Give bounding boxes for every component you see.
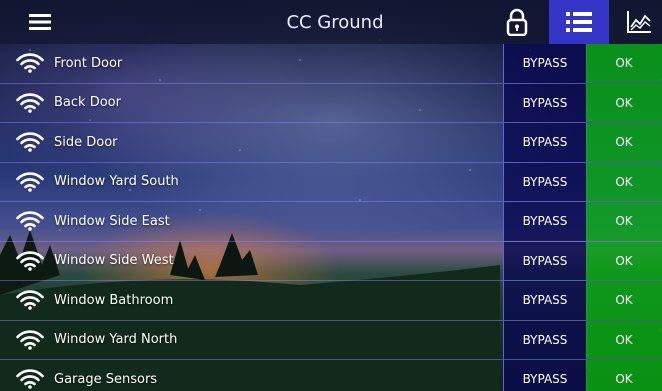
zone-status-ok[interactable]: OK [586,123,662,162]
menu-button[interactable] [20,0,60,44]
zone-name: Back Door [54,95,121,111]
page-title: CC Ground [286,11,384,33]
zone-row: Window Bathroom BYPASS OK [0,281,662,321]
bypass-button[interactable]: BYPASS [503,281,587,320]
zone-name: Window Yard North [54,332,178,348]
wifi-signal-icon [16,92,44,113]
wifi-signal-icon [16,132,44,152]
list-icon [566,12,592,32]
bypass-button[interactable]: BYPASS [503,44,587,83]
bypass-button[interactable]: BYPASS [503,202,587,241]
zone-name: Garage Sensors [54,371,158,387]
zone-status-ok[interactable]: OK [586,162,662,201]
zone-row: Window Yard North BYPASS OK [0,320,662,360]
zone-status-ok[interactable]: OK [586,241,662,280]
zone-row: Window Side West BYPASS OK [0,241,662,281]
zone-row: Garage Sensors BYPASS OK [0,360,662,391]
zone-row: Front Door BYPASS OK [0,44,662,84]
top-bar: CC Ground [0,0,662,44]
zone-status-ok[interactable]: OK [586,83,662,122]
zone-name: Window Yard South [54,174,179,190]
zone-row: Window Yard South BYPASS OK [0,162,662,202]
zone-name: Front Door [54,55,123,71]
chart-icon [627,11,651,33]
wifi-signal-icon [16,211,44,231]
wifi-signal-icon [16,250,44,271]
bypass-button[interactable]: BYPASS [503,241,587,280]
wifi-signal-icon [16,171,44,192]
zone-list-tab[interactable] [549,0,609,44]
lock-button[interactable] [492,0,542,44]
bypass-button[interactable]: BYPASS [503,83,587,122]
zone-list: Front Door BYPASS OK Back Door BYPASS OK Side … [0,44,662,391]
lock-icon [506,8,528,36]
wifi-signal-icon [16,53,44,73]
bypass-button[interactable]: BYPASS [503,162,587,201]
wifi-signal-icon [16,329,44,350]
zone-status-ok[interactable]: OK [586,360,662,391]
zone-status-ok[interactable]: OK [586,320,662,359]
menu-icon [29,14,51,30]
zone-row: Window Side East BYPASS OK [0,202,662,242]
wifi-signal-icon [16,290,44,310]
zone-name: Side Door [54,134,118,150]
zone-row: Back Door BYPASS OK [0,83,662,123]
zone-status-ok[interactable]: OK [586,202,662,241]
bypass-button[interactable]: BYPASS [503,123,587,162]
alarm-panel-screen: CC Ground Front Door BYPASS OK Back Door… [0,0,662,391]
zone-status-ok[interactable]: OK [586,44,662,83]
zone-name: Window Side West [54,253,174,269]
zone-name: Window Side East [54,213,170,229]
zone-name: Window Bathroom [54,292,174,308]
bypass-button[interactable]: BYPASS [503,360,587,391]
bypass-button[interactable]: BYPASS [503,320,587,359]
chart-button[interactable] [614,0,662,44]
zone-status-ok[interactable]: OK [586,281,662,320]
wifi-signal-icon [16,369,44,389]
zone-row: Side Door BYPASS OK [0,123,662,163]
